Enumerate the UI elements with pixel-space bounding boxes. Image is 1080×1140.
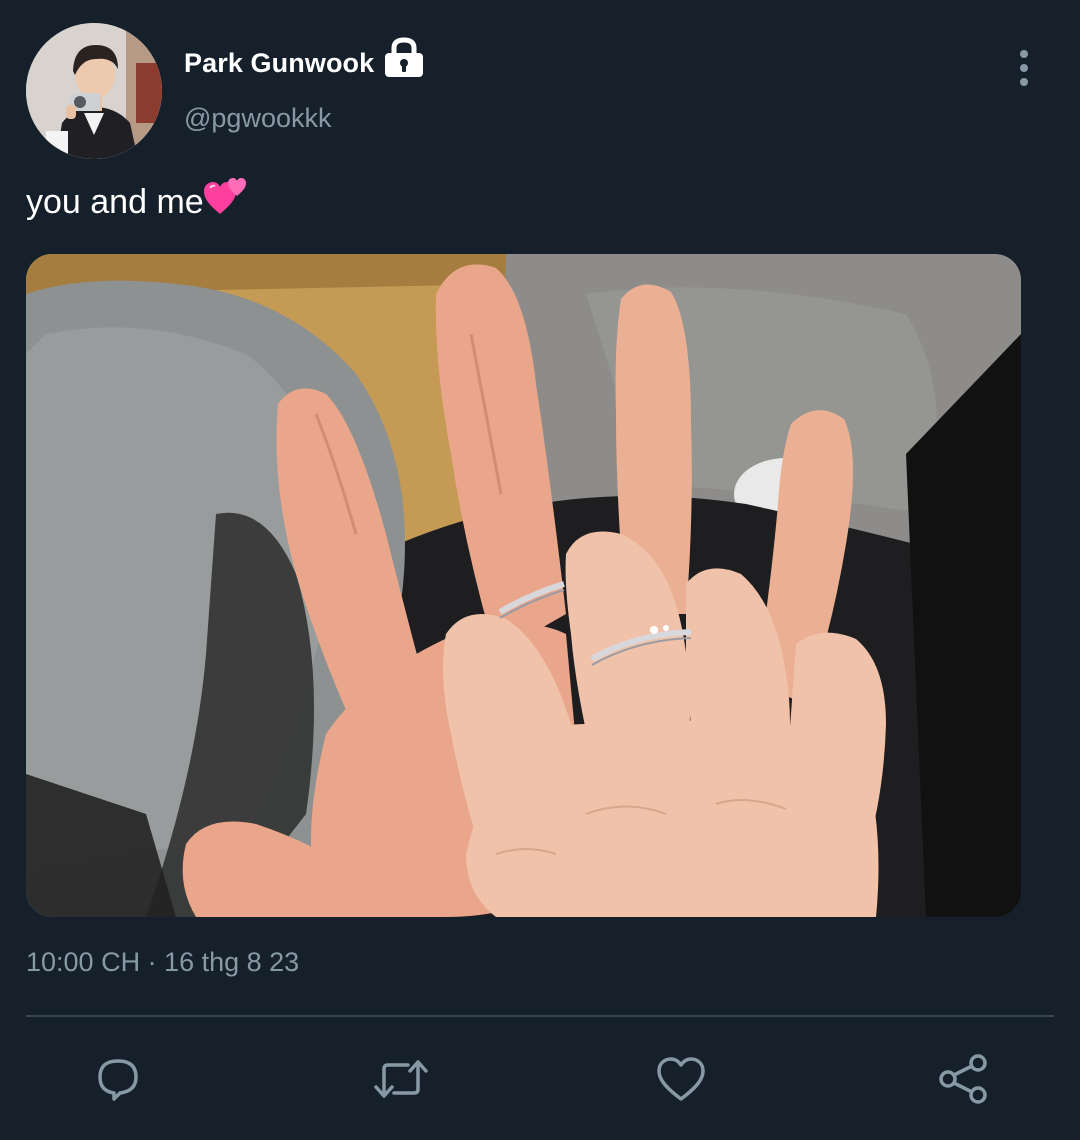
tweet-card: Park Gunwook @pgwookkk you and me 10:00 … <box>0 0 1080 1140</box>
tweet-timestamp[interactable]: 10:00 CH · 16 thg 8 23 <box>26 947 299 978</box>
tweet-media-photo[interactable] <box>26 254 1021 917</box>
more-options-icon[interactable] <box>1008 48 1040 88</box>
handle[interactable]: @pgwookkk <box>184 103 331 134</box>
retweet-button[interactable] <box>372 1053 428 1105</box>
tweet-text: you and me <box>26 178 250 224</box>
avatar[interactable] <box>26 23 162 159</box>
reply-button[interactable] <box>92 1053 144 1105</box>
profile-photo <box>26 23 162 159</box>
divider <box>26 1015 1054 1017</box>
reply-icon <box>98 1059 138 1101</box>
display-name[interactable]: Park Gunwook <box>184 48 374 79</box>
share-icon <box>939 1054 987 1104</box>
share-button[interactable] <box>938 1053 990 1105</box>
lock-icon <box>383 36 425 80</box>
like-button[interactable] <box>655 1053 707 1105</box>
tweet-body: you and me <box>26 182 204 221</box>
two-hearts-emoji-icon <box>203 174 250 218</box>
like-icon <box>657 1057 705 1101</box>
retweet-icon <box>374 1060 428 1098</box>
